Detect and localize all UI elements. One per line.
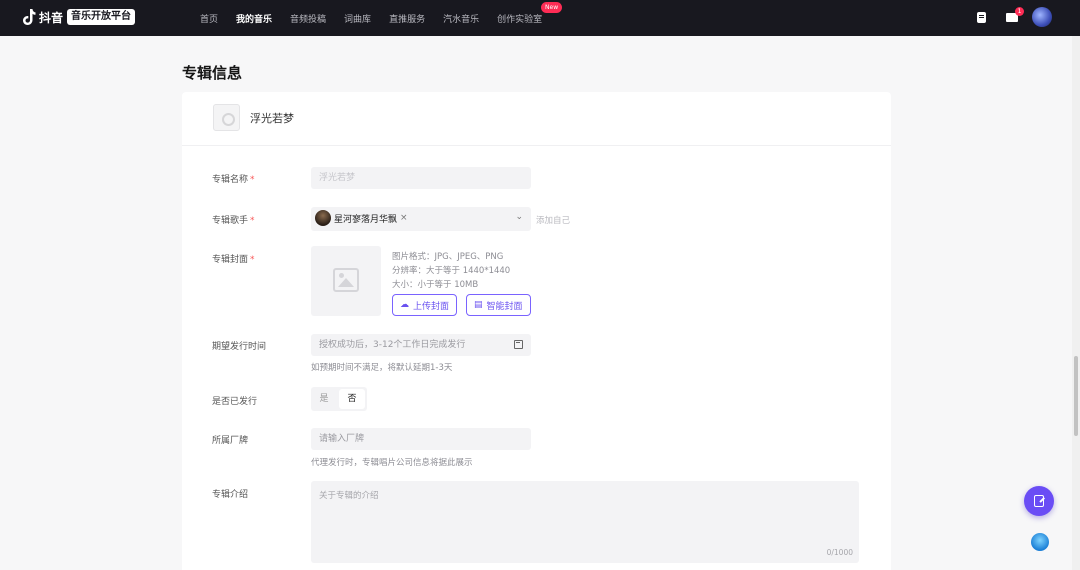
album-artist-label: 专辑歌手 * [212,216,255,226]
album-title: 浮光若梦 [250,112,294,125]
cover-upload-area[interactable] [311,246,381,316]
nav-item-lyrics-library[interactable]: 词曲库 [344,12,371,25]
close-icon[interactable]: × [400,213,408,223]
page-title: 专辑信息 [182,64,243,82]
nav-item-creation-lab[interactable]: 创作实验室 New [497,1,563,25]
smart-cover-label: 智能封面 [486,301,523,312]
add-self-link[interactable]: 添加自己 [536,214,570,226]
chevron-down-icon[interactable]: ⌄ [515,212,523,222]
release-time-input[interactable]: 授权成功后，3-12个工作日完成发行 [311,334,531,356]
released-label: 是否已发行 [212,397,258,407]
nav-item-home[interactable]: 首页 [200,12,218,25]
brand-name: 抖音 [39,10,64,25]
document-icon[interactable] [977,11,986,23]
released-yes-option[interactable]: 是 [311,387,337,411]
nav-item-soda-music[interactable]: 汽水音乐 [443,12,479,25]
cover-format-hint: 图片格式：JPG、JPEG、PNG [392,252,504,262]
album-artist-select[interactable]: 星河寥落月华飘 × ⌄ [311,207,531,231]
mail-icon[interactable]: 1 [1006,6,1024,22]
image-placeholder-icon [333,268,359,292]
artist-chip: 星河寥落月华飘 × [315,210,408,226]
cover-size-hint: 大小：小于等于 10MB [392,280,479,290]
tiktok-note-icon [23,9,36,25]
label-company-hint: 代理发行时，专辑唱片公司信息将据此展示 [311,458,473,468]
release-time-placeholder: 授权成功后，3-12个工作日完成发行 [319,340,466,350]
feedback-fab[interactable] [1024,486,1054,516]
new-badge: New [541,1,563,13]
artist-avatar [315,210,331,226]
album-thumbnail [213,104,240,131]
brand-logo[interactable]: 抖音 音乐开放平台 [22,8,136,26]
intro-label: 专辑介绍 [212,490,249,500]
intro-char-count: 0/1000 [826,548,853,557]
album-card-header: 浮光若梦 [182,92,891,146]
calendar-icon[interactable] [514,340,523,349]
smart-cover-button[interactable]: ▤ 智能封面 [466,294,531,316]
album-cover-label: 专辑封面 * [212,255,255,265]
artist-name: 星河寥落月华飘 [334,214,398,225]
page-scrollbar[interactable] [1072,36,1080,570]
assistant-bot-icon[interactable] [1031,533,1049,551]
label-company-input[interactable]: 请输入厂牌 [311,428,531,450]
mail-count-badge: 1 [1015,6,1024,16]
brand-badge: 音乐开放平台 [67,9,136,25]
released-no-option[interactable]: 否 [339,389,365,409]
released-toggle: 是 否 [311,387,367,411]
nav-item-audio-submit[interactable]: 音频投稿 [290,12,326,25]
header-actions: 1 [977,6,1052,27]
upload-cover-label: 上传封面 [413,301,450,312]
cover-resolution-hint: 分辨率：大于等于 1440*1440 [392,266,511,276]
nav-item-my-music[interactable]: 我的音乐 [236,12,272,25]
main-nav: 首页 我的音乐 音频投稿 词曲库 直推服务 汽水音乐 创作实验室 New [200,0,563,36]
document-icon: ▤ [474,300,483,310]
nav-item-promotion[interactable]: 直推服务 [389,12,425,25]
user-avatar[interactable] [1032,7,1052,27]
release-time-hint: 如预期时间不满足，将默认延期1-3天 [311,363,453,373]
intro-placeholder: 关于专辑的介绍 [319,491,379,501]
label-company-label: 所属厂牌 [212,436,249,446]
nav-item-creation-lab-label: 创作实验室 [497,14,543,25]
cloud-upload-icon: ☁ [400,300,409,310]
album-name-label: 专辑名称 * [212,175,255,185]
intro-textarea[interactable]: 关于专辑的介绍 0/1000 [311,481,859,563]
top-navigation-bar: 抖音 音乐开放平台 首页 我的音乐 音频投稿 词曲库 直推服务 汽水音乐 创作实… [0,0,1080,36]
album-name-input[interactable]: 浮光若梦 [311,167,531,189]
release-time-label: 期望发行时间 [212,342,267,352]
edit-icon [1034,495,1044,507]
upload-cover-button[interactable]: ☁ 上传封面 [392,294,458,316]
scrollbar-thumb[interactable] [1074,356,1078,436]
